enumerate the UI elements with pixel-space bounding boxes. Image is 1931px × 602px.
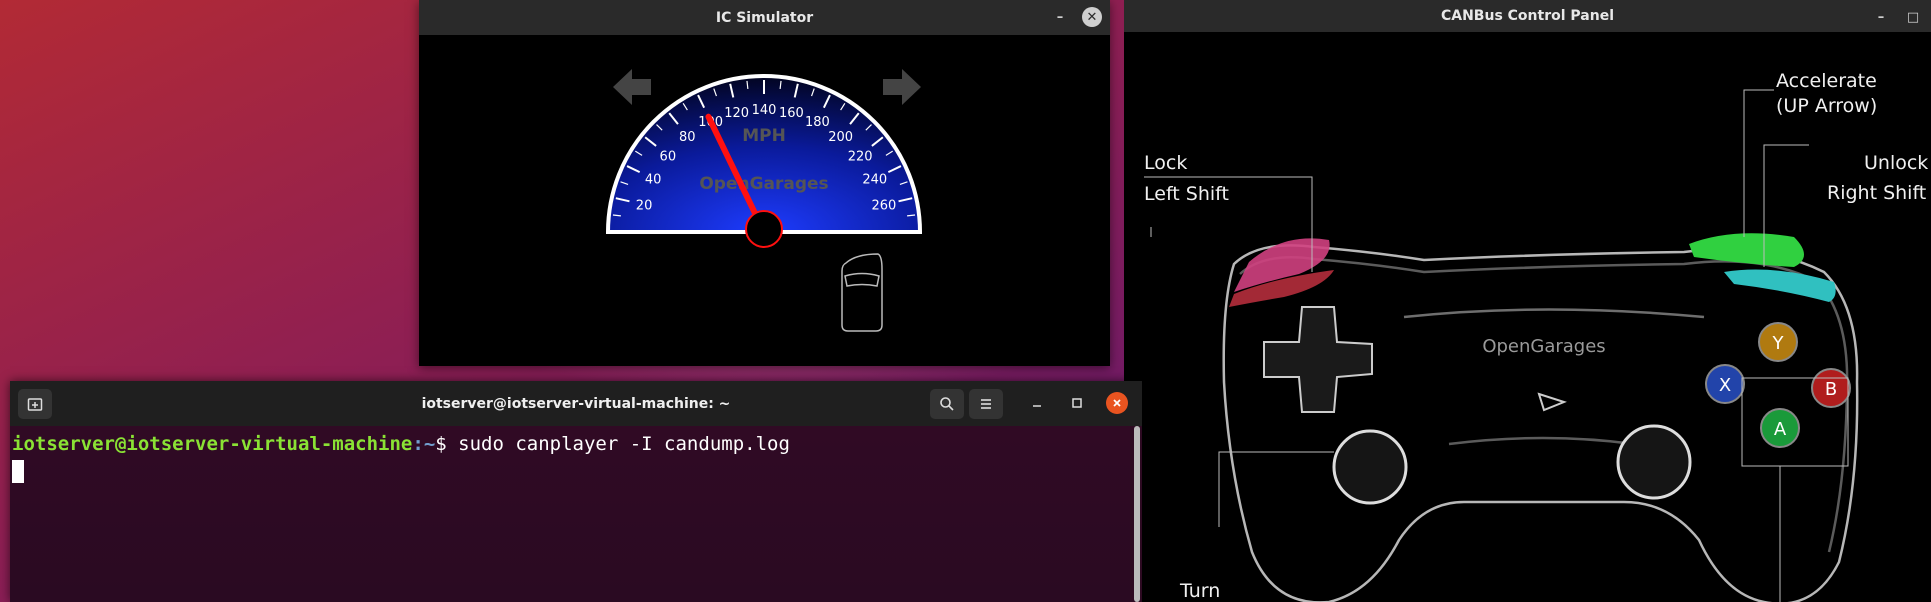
right-shift-label: Right Shift [1827, 182, 1927, 204]
minimize-button[interactable] [1026, 392, 1048, 414]
hamburger-menu-icon [981, 399, 991, 409]
unlock-label: Unlock [1864, 152, 1929, 174]
maximize-button[interactable]: □ [1903, 7, 1923, 27]
turn-label: Turn [1180, 580, 1221, 602]
face-button-x-label: X [1719, 375, 1731, 396]
ic-simulator-titlebar[interactable]: IC Simulator – ✕ [419, 0, 1110, 35]
prompt-path: :~ [412, 433, 436, 455]
speedometer-tick-label: 120 [724, 106, 749, 121]
speedometer-tick-label: 160 [779, 106, 804, 121]
speedometer-tick-label: 140 [752, 103, 777, 118]
ic-simulator-title: IC Simulator [715, 9, 814, 26]
unlock-trigger[interactable] [1724, 269, 1836, 302]
lock-label: Lock [1144, 152, 1188, 174]
speedometer-tick-label: 180 [805, 115, 830, 130]
left-shift-label: Left Shift [1144, 183, 1229, 205]
minimize-icon [1033, 405, 1041, 407]
canbus-title: CANBus Control Panel [1440, 8, 1614, 24]
speedometer-tick-label: 80 [679, 130, 696, 145]
speedometer-tick-label: 20 [636, 199, 653, 214]
canbus-control-panel-window: CANBus Control Panel – □ OpenGarages Y X [1124, 0, 1931, 602]
maximize-button[interactable] [1066, 392, 1088, 414]
speedometer-tick-label: 60 [660, 149, 677, 164]
center-button-icon [1537, 392, 1567, 412]
accelerate-label: Accelerate [1776, 70, 1877, 92]
face-button-y[interactable]: Y [1758, 322, 1798, 362]
face-button-x[interactable]: X [1705, 364, 1745, 404]
minimize-button[interactable]: – [1871, 7, 1891, 27]
face-button-y-label: Y [1772, 333, 1785, 354]
speedometer-tick-label: 240 [862, 173, 887, 188]
face-button-b[interactable]: B [1811, 368, 1851, 408]
maximize-icon [1072, 398, 1082, 408]
left-turn-signal-icon [613, 69, 651, 105]
terminal-window: iotserver@iotserver-virtual-machine: ~ i… [10, 381, 1142, 602]
speedometer-tick-label: 40 [645, 173, 662, 188]
menu-button[interactable] [969, 389, 1003, 419]
face-button-b-label: B [1825, 379, 1837, 400]
right-analog-stick[interactable] [1616, 424, 1692, 500]
new-tab-icon [27, 398, 43, 411]
terminal-title: iotserver@iotserver-virtual-machine: ~ [421, 395, 731, 412]
terminal-command: sudo canplayer -I candump.log [458, 433, 790, 455]
canbus-titlebar[interactable]: CANBus Control Panel – □ [1124, 0, 1931, 32]
close-button[interactable] [1106, 392, 1128, 414]
left-analog-stick[interactable] [1332, 429, 1408, 505]
dpad[interactable] [1263, 306, 1373, 413]
new-tab-button[interactable] [18, 389, 52, 419]
gamepad-brand-label: OpenGarages [1482, 336, 1605, 357]
face-button-a[interactable]: A [1760, 408, 1800, 448]
prompt-user: iotserver@iotserver-virtual-machine [12, 433, 413, 455]
speed-unit-label: MPH [742, 126, 786, 146]
terminal-command-line: iotserver@iotserver-virtual-machine:~$ s… [12, 433, 790, 455]
speedometer-panel: 20406080100120140160180200220240260 MPH … [605, 69, 923, 332]
close-icon [1113, 399, 1121, 407]
gamepad-diagram: OpenGarages Y X B A [1144, 89, 1859, 602]
face-button-a-label: A [1774, 419, 1787, 440]
close-button[interactable]: ✕ [1082, 7, 1102, 27]
terminal-scrollbar[interactable] [1134, 426, 1140, 602]
minimize-button[interactable]: – [1050, 7, 1070, 27]
speedometer-tick-label: 260 [872, 199, 897, 214]
search-icon [940, 397, 954, 411]
prompt-symbol: $ [435, 433, 459, 455]
right-turn-signal-icon [883, 69, 921, 105]
search-button[interactable] [930, 389, 964, 419]
ic-simulator-window: IC Simulator – ✕ 20406080100120140160180… [419, 0, 1110, 366]
speedometer-tick-label: 200 [828, 130, 853, 145]
needle-hub [745, 210, 783, 248]
car-door-icon [841, 253, 883, 332]
terminal-output[interactable]: iotserver@iotserver-virtual-machine:~$ s… [10, 426, 1130, 602]
up-arrow-label: (UP Arrow) [1776, 95, 1878, 117]
terminal-cursor [12, 460, 24, 483]
speedometer-tick-label: 220 [848, 149, 873, 164]
speedometer-brand-label: OpenGarages [699, 174, 828, 194]
terminal-titlebar[interactable]: iotserver@iotserver-virtual-machine: ~ [10, 381, 1142, 426]
